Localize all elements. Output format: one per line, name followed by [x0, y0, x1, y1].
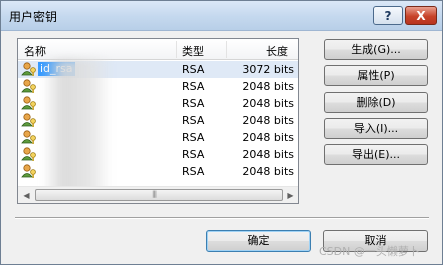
key-type: RSA: [182, 165, 205, 178]
list-header: 名称 类型 长度: [18, 39, 298, 60]
user-key-icon: [21, 95, 38, 111]
key-length: 2048 bits: [242, 114, 294, 127]
grip-icon: |||: [152, 190, 157, 198]
window-title: 用户密钥: [9, 10, 58, 24]
key-type: RSA: [182, 148, 205, 161]
title-bar: 用户密钥 ? X: [1, 1, 442, 31]
column-divider[interactable]: [226, 41, 227, 58]
generate-button[interactable]: 生成(G)...: [324, 39, 428, 60]
user-keys-dialog: 用户密钥 ? X 名称 类型 长度 id_rsaRSA3072 bitsRSA2…: [0, 0, 443, 265]
column-header-name[interactable]: 名称: [24, 43, 46, 59]
vertical-scrollbar[interactable]: ▲ ≡ ▼: [298, 39, 299, 204]
scroll-right-icon[interactable]: ▶: [282, 187, 298, 203]
help-icon: ?: [384, 8, 392, 23]
key-type: RSA: [182, 63, 205, 76]
key-type: RSA: [182, 131, 205, 144]
import-button[interactable]: 导入(I)...: [324, 118, 428, 139]
horizontal-scrollbar[interactable]: ◀ ||| ▶: [18, 186, 298, 203]
key-length: 2048 bits: [242, 97, 294, 110]
scroll-left-icon[interactable]: ◀: [18, 187, 35, 203]
key-length: 3072 bits: [242, 63, 294, 76]
separator: [15, 217, 429, 219]
key-length: 2048 bits: [242, 80, 294, 93]
key-type: RSA: [182, 114, 205, 127]
properties-button[interactable]: 属性(P): [324, 65, 428, 86]
help-button[interactable]: ?: [373, 6, 403, 25]
user-key-icon: [21, 112, 38, 128]
user-key-icon: [21, 129, 38, 145]
export-button[interactable]: 导出(E)...: [324, 144, 428, 165]
user-key-icon: [21, 146, 38, 162]
watermark: CSDN @一头懒萝卜: [319, 245, 420, 258]
key-type: RSA: [182, 80, 205, 93]
delete-button[interactable]: 删除(D): [324, 92, 428, 113]
close-button[interactable]: X: [405, 6, 437, 25]
column-header-length[interactable]: 长度: [266, 43, 288, 59]
user-key-icon: [21, 163, 38, 179]
user-key-icon: [21, 61, 38, 77]
column-divider[interactable]: [176, 41, 177, 58]
key-type: RSA: [182, 97, 205, 110]
user-key-icon: [21, 78, 38, 94]
key-length: 2048 bits: [242, 148, 294, 161]
ok-button[interactable]: 确定: [206, 230, 311, 252]
key-length: 2048 bits: [242, 131, 294, 144]
horizontal-scroll-thumb[interactable]: |||: [35, 189, 283, 201]
key-list[interactable]: 名称 类型 长度 id_rsaRSA3072 bitsRSA2048 bitsR…: [17, 38, 299, 204]
close-icon: X: [416, 8, 426, 23]
column-header-type[interactable]: 类型: [182, 43, 204, 59]
redacted-region: [42, 59, 112, 203]
key-length: 2048 bits: [242, 165, 294, 178]
